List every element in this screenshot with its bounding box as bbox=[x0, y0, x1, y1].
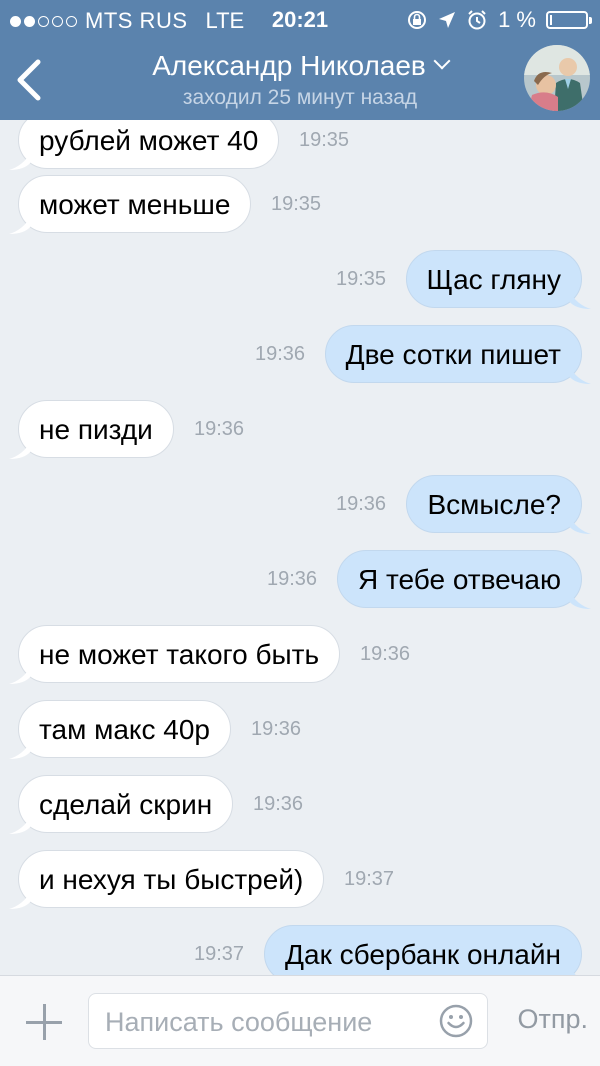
message-time: 19:36 bbox=[255, 343, 306, 365]
attach-plus-icon[interactable] bbox=[26, 1004, 62, 1040]
message-text: и нехуя ты быстрей) bbox=[39, 864, 304, 895]
message-text: Дак сбербанк онлайн bbox=[285, 939, 561, 970]
message-bubble[interactable]: сделай скрин bbox=[9, 775, 234, 834]
bubble-tail bbox=[9, 741, 31, 759]
bubble-tail bbox=[9, 891, 31, 909]
location-icon bbox=[439, 12, 456, 28]
alarm-icon bbox=[468, 10, 486, 30]
incoming-message: не пизди 19:36 bbox=[0, 400, 600, 460]
message-text: там макс 40р bbox=[39, 714, 210, 745]
chevron-down-icon bbox=[433, 52, 451, 70]
incoming-message: сделай скрин 19:36 bbox=[0, 775, 600, 835]
battery-icon bbox=[546, 11, 592, 29]
message-bubble[interactable]: Две сотки пишет bbox=[324, 325, 591, 384]
message-text: Щас гляну bbox=[426, 264, 561, 295]
incoming-message: не может такого быть 19:36 bbox=[0, 625, 600, 685]
message-time: 19:36 bbox=[267, 568, 318, 590]
bubble-tail bbox=[569, 291, 591, 309]
battery-percent: 1 % bbox=[498, 7, 536, 32]
message-time: 19:36 bbox=[194, 418, 245, 440]
bubble-tail bbox=[569, 966, 576, 975]
incoming-message: может меньше 19:35 bbox=[0, 175, 600, 235]
message-text: Две сотки пишет bbox=[345, 339, 561, 370]
outgoing-message: Я тебе отвечаю 19:36 bbox=[0, 550, 600, 610]
outgoing-message: Всмысле? 19:36 bbox=[0, 475, 600, 535]
message-text: может меньше bbox=[39, 189, 231, 220]
incoming-message: и нехуя ты быстрей) 19:37 bbox=[0, 850, 600, 910]
message-bubble[interactable]: и нехуя ты быстрей) bbox=[9, 850, 325, 909]
bubble-tail bbox=[569, 516, 591, 534]
message-bubble[interactable]: Всмысле? bbox=[406, 475, 591, 534]
outgoing-message: Дак сбербанк онлайн 19:37 bbox=[0, 925, 600, 975]
message-text: Всмысле? bbox=[427, 489, 561, 520]
outgoing-message: Две сотки пишет 19:36 bbox=[0, 325, 600, 385]
message-time: 19:37 bbox=[344, 868, 395, 890]
message-bubble[interactable]: может меньше bbox=[9, 175, 252, 234]
message-composer: Отпр. bbox=[0, 975, 600, 1066]
message-time: 19:35 bbox=[336, 268, 387, 290]
message-time: 19:37 bbox=[194, 943, 245, 965]
emoji-icon[interactable] bbox=[439, 1004, 473, 1038]
message-text: Я тебе отвечаю bbox=[358, 564, 561, 595]
message-time: 19:35 bbox=[271, 193, 322, 215]
last-seen-status: заходил 25 минут назад bbox=[182, 86, 418, 109]
message-bubble[interactable]: Дак сбербанк онлайн bbox=[264, 925, 582, 975]
message-bubble[interactable]: Щас гляну bbox=[405, 250, 591, 309]
outgoing-message: Щас гляну 19:35 bbox=[0, 250, 600, 310]
bubble-tail bbox=[9, 152, 31, 170]
bubble-tail bbox=[569, 366, 591, 384]
message-bubble[interactable]: не может такого быть bbox=[9, 625, 341, 684]
message-time: 19:36 bbox=[251, 718, 302, 740]
send-button[interactable]: Отпр. bbox=[517, 1004, 588, 1035]
incoming-message: там макс 40р 19:36 bbox=[0, 700, 600, 760]
message-text: рублей может 40 bbox=[39, 125, 259, 156]
message-input-box[interactable] bbox=[88, 993, 488, 1049]
message-time: 19:36 bbox=[360, 643, 411, 665]
contact-name[interactable]: Александр Николаев bbox=[0, 50, 600, 82]
message-time: 19:36 bbox=[253, 793, 304, 815]
contact-name-text: Александр Николаев bbox=[152, 50, 426, 81]
message-input[interactable] bbox=[103, 1002, 437, 1042]
bubble-tail bbox=[9, 216, 31, 234]
message-list[interactable]: рублей может 40 19:35 может меньше 19:35 Щас… bbox=[0, 120, 600, 975]
bubble-tail bbox=[9, 441, 31, 459]
status-bar: MTS RUS LTE 20:21 1 % bbox=[0, 0, 600, 40]
bubble-tail bbox=[569, 591, 591, 609]
message-bubble[interactable]: там макс 40р bbox=[9, 700, 231, 759]
bubble-tail bbox=[9, 816, 31, 834]
message-bubble[interactable]: не пизди bbox=[9, 400, 174, 459]
message-text: не пизди bbox=[39, 414, 153, 445]
message-text: сделай скрин bbox=[39, 789, 213, 820]
chat-header: MTS RUS LTE 20:21 1 % Александр Николаев… bbox=[0, 0, 600, 120]
message-time: 19:35 bbox=[299, 129, 350, 151]
message-bubble[interactable]: рублей может 40 bbox=[9, 120, 280, 170]
rotation-lock-icon bbox=[408, 11, 427, 29]
message-text: не может такого быть bbox=[39, 639, 320, 670]
avatar[interactable] bbox=[524, 45, 590, 111]
bubble-tail bbox=[9, 666, 31, 684]
message-bubble[interactable]: Я тебе отвечаю bbox=[337, 550, 591, 609]
incoming-message: рублей может 40 19:35 bbox=[0, 120, 600, 171]
message-time: 19:36 bbox=[336, 493, 387, 515]
